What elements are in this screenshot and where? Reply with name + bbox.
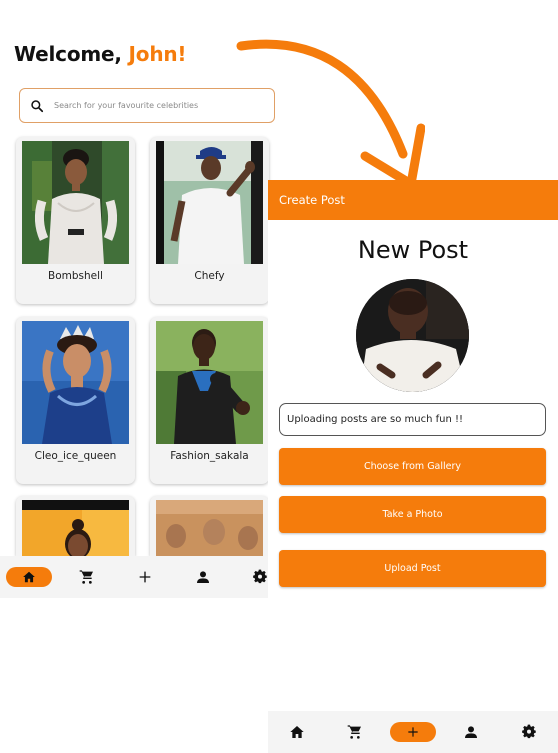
post-image-preview [356,279,469,392]
bottom-navigation [0,556,270,598]
take-photo-button[interactable]: Take a Photo [279,496,546,533]
bottom-navigation [268,711,558,753]
nav-profile-button[interactable] [188,556,218,598]
nav-add-button[interactable] [130,556,160,598]
celebrity-card-fashion-sakala[interactable]: Fashion_sakala [150,317,269,484]
celebrity-photo [22,321,129,444]
plus-icon [139,571,151,583]
settings-icon [522,724,536,739]
welcome-user-name: John! [128,42,187,66]
choose-from-gallery-button[interactable]: Choose from Gallery [279,448,546,485]
celebrity-photo [156,500,263,556]
celebrity-name: Fashion_sakala [170,450,249,462]
plus-icon [408,727,418,737]
celebrity-name: Chefy [194,270,225,282]
welcome-heading: Welcome, John! [14,42,187,66]
nav-home-button[interactable] [282,711,312,753]
celebrity-name: Bombshell [48,270,103,282]
nav-cart-button[interactable] [340,711,370,753]
celebrity-card-cleo-ice-queen[interactable]: Cleo_ice_queen [16,317,135,484]
welcome-prefix: Welcome, [14,42,122,66]
person-icon [197,571,209,583]
page-title: New Post [357,236,469,264]
app-bar: Create Post [268,180,558,220]
upload-post-button[interactable]: Upload Post [279,550,546,587]
celebrity-card[interactable] [150,496,269,556]
create-post-screen: Create Post New Post Choose from Gallery… [268,180,558,753]
transition-arrow-icon [236,39,425,186]
home-icon [23,571,35,583]
nav-home-button[interactable] [6,567,52,587]
home-icon [290,726,304,738]
celebrity-photo [22,141,129,264]
nav-settings-button[interactable] [514,711,544,753]
celebrity-card-bombshell[interactable]: Bombshell [16,137,135,304]
celebrity-card[interactable] [16,496,135,556]
search-icon [31,99,44,112]
celebrity-photo [22,500,129,556]
caption-input[interactable] [279,403,546,436]
nav-profile-button[interactable] [456,711,486,753]
search-input[interactable] [54,101,264,110]
nav-add-button[interactable] [390,722,436,742]
cart-icon [347,725,361,739]
nav-cart-button[interactable] [72,556,102,598]
celebrity-name: Cleo_ice_queen [34,450,117,462]
cart-icon [79,570,93,584]
app-bar-title: Create Post [279,193,345,207]
person-icon [465,726,477,738]
settings-icon [253,569,267,584]
celebrity-photo [156,321,263,444]
